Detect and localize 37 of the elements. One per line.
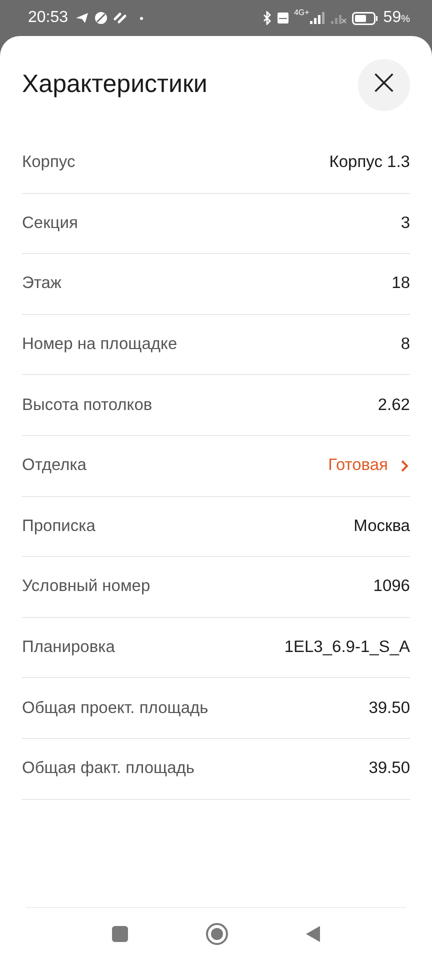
property-label: Номер на площадке — [22, 335, 178, 354]
property-label: Общая факт. площадь — [22, 759, 195, 778]
send-icon — [75, 12, 90, 24]
property-label: Общая проект. площадь — [22, 698, 208, 718]
back-icon[interactable] — [305, 925, 321, 943]
property-value: 1EL3_6.9-1_S_A — [284, 638, 410, 658]
property-value: 2.62 — [378, 396, 410, 415]
bluetooth-icon — [262, 11, 272, 25]
battery-icon — [352, 12, 378, 24]
property-label: Высота потолков — [22, 396, 152, 415]
property-label: Отделка — [22, 456, 86, 476]
recents-icon[interactable] — [111, 925, 129, 943]
home-icon[interactable] — [205, 922, 229, 946]
property-value: 8 — [400, 335, 410, 354]
network-type: 4G+ — [294, 9, 310, 17]
signal-icon — [310, 12, 326, 24]
property-value: 1096 — [373, 577, 410, 596]
status-time: 20:53 — [28, 9, 68, 27]
battery-level: 59% — [383, 9, 410, 27]
property-value: 39.50 — [368, 698, 410, 718]
property-label: Секция — [22, 214, 78, 233]
property-value: 39.50 — [368, 759, 410, 778]
property-value: 3 — [400, 214, 410, 233]
property-label: Этаж — [22, 274, 62, 294]
chevron-right-icon — [400, 458, 410, 473]
property-label: Планировка — [22, 638, 115, 658]
property-value: Корпус 1.3 — [329, 153, 410, 172]
property-label: Условный номер — [22, 577, 150, 596]
sheet-title: Характеристики — [22, 70, 208, 99]
dot-icon — [140, 16, 144, 20]
signal-icon — [331, 12, 348, 24]
close-button[interactable]: × — [358, 58, 410, 110]
property-value: 18 — [392, 274, 410, 294]
property-link[interactable]: Готовая — [328, 456, 410, 476]
property-label: Корпус — [22, 153, 76, 172]
property-value: Москва — [354, 516, 410, 536]
property-label: Прописка — [22, 516, 96, 536]
